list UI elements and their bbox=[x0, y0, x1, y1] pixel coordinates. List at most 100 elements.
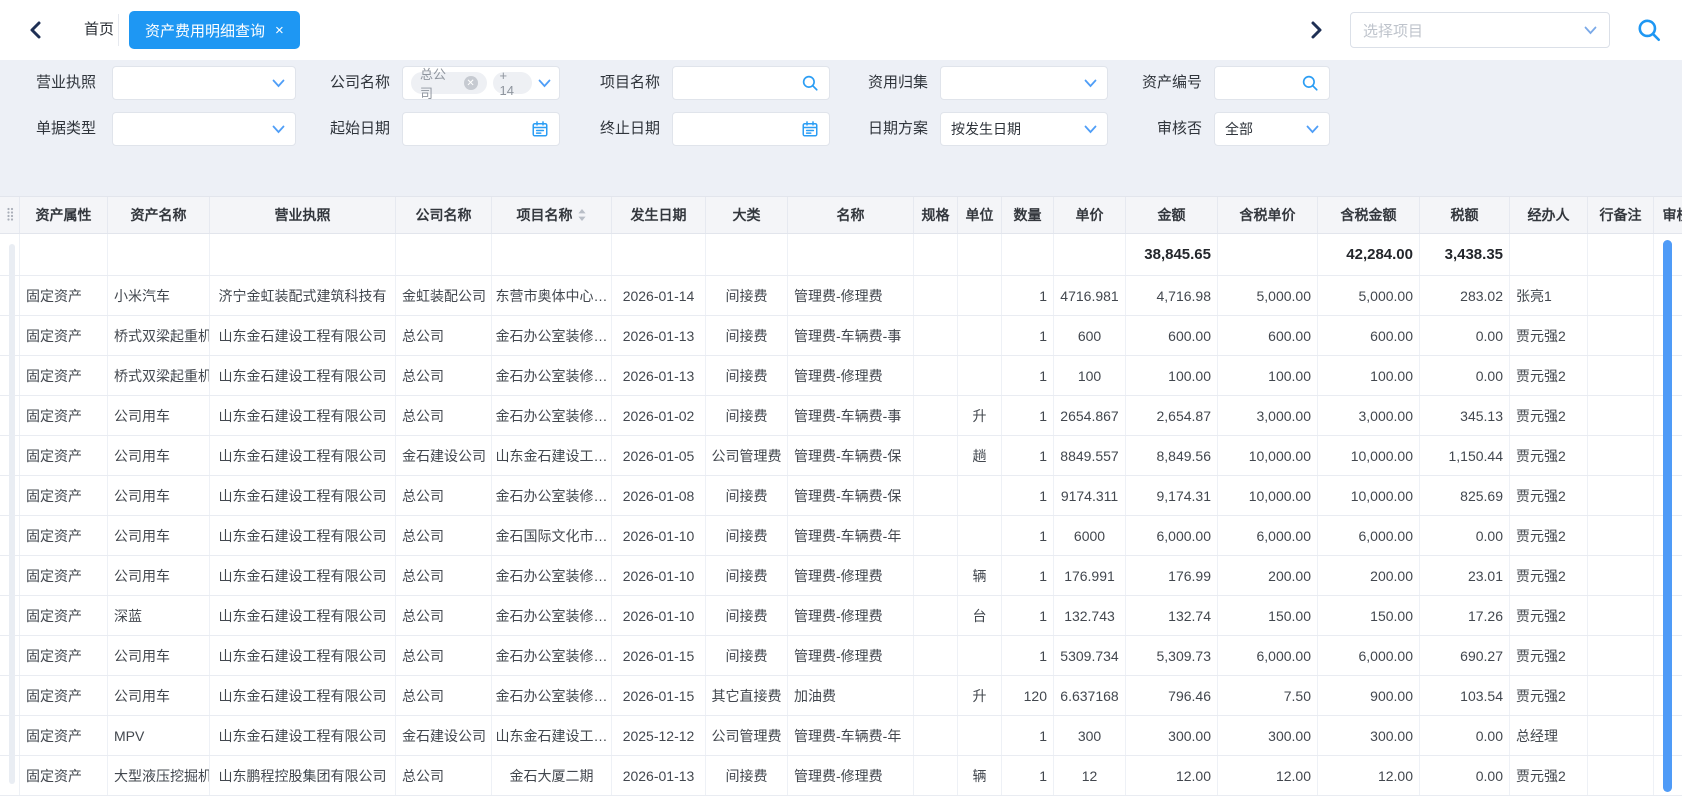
global-search-icon[interactable] bbox=[1636, 17, 1662, 43]
audit-status-select[interactable]: 全部 bbox=[1214, 112, 1330, 146]
cell-company: 总公司 bbox=[396, 676, 492, 715]
table-row[interactable]: 固定资产公司用车山东金石建设工程有限公司金石建设公司山东金石建设工…2026-0… bbox=[0, 436, 1682, 476]
column-header-asset[interactable]: 资产名称 bbox=[108, 197, 210, 233]
column-header-attr[interactable]: 资产属性 bbox=[20, 197, 108, 233]
tag-close-icon[interactable]: ✕ bbox=[464, 76, 478, 90]
end-date-label: 终止日期 bbox=[584, 112, 660, 146]
table-row[interactable]: 固定资产桥式双梁起重机山东金石建设工程有限公司总公司金石办公室装修…2026-0… bbox=[0, 356, 1682, 396]
project-name-search-input[interactable] bbox=[672, 66, 830, 100]
cell-company: 总公司 bbox=[396, 396, 492, 435]
search-icon bbox=[1301, 74, 1319, 92]
cell-date: 2026-01-13 bbox=[612, 356, 706, 395]
date-scheme-value: 按发生日期 bbox=[951, 119, 1021, 139]
cell-unit bbox=[958, 316, 1002, 355]
table-body: 38,845.6542,284.003,438.35固定资产小米汽车济宁金虹装配… bbox=[0, 234, 1682, 796]
company-name-label: 公司名称 bbox=[314, 66, 390, 100]
column-header-taxPrice[interactable]: 含税单价 bbox=[1218, 197, 1318, 233]
cell-taxPrice: 5,000.00 bbox=[1218, 276, 1318, 315]
column-header-amount[interactable]: 金额 bbox=[1126, 197, 1218, 233]
cell-date: 2026-01-14 bbox=[612, 276, 706, 315]
cell-name: 管理费-车辆费-保 bbox=[788, 436, 914, 475]
expense-collection-select[interactable] bbox=[940, 66, 1108, 100]
table-row[interactable]: 固定资产公司用车山东金石建设工程有限公司总公司金石办公室装修…2026-01-0… bbox=[0, 476, 1682, 516]
cell-category: 间接费 bbox=[706, 516, 788, 555]
cell-name: 管理费-修理费 bbox=[788, 596, 914, 635]
table-row[interactable]: 固定资产大型液压挖掘机山东鹏程控股集团有限公司总公司金石大厦二期2026-01-… bbox=[0, 756, 1682, 796]
company-name-multiselect[interactable]: 总公司 ✕ + 14 bbox=[402, 66, 560, 100]
column-header-license[interactable]: 营业执照 bbox=[210, 197, 396, 233]
cell-name bbox=[788, 234, 914, 275]
cell-remark bbox=[1588, 234, 1654, 275]
table-row[interactable]: 固定资产公司用车山东金石建设工程有限公司总公司金石办公室装修…2026-01-1… bbox=[0, 676, 1682, 716]
column-header-company[interactable]: 公司名称 bbox=[396, 197, 492, 233]
cell-taxPrice: 100.00 bbox=[1218, 356, 1318, 395]
cell-tax: 3,438.35 bbox=[1420, 234, 1510, 275]
tab-close-icon[interactable]: × bbox=[275, 23, 284, 38]
cell-price: 9174.311 bbox=[1054, 476, 1126, 515]
column-header-date[interactable]: 发生日期 bbox=[612, 197, 706, 233]
business-license-select[interactable] bbox=[112, 66, 296, 100]
project-select[interactable]: 选择项目 bbox=[1350, 12, 1610, 48]
cell-qty: 1 bbox=[1002, 436, 1054, 475]
end-date-input[interactable] bbox=[672, 112, 830, 146]
column-header-category[interactable]: 大类 bbox=[706, 197, 788, 233]
cell-taxPrice: 300.00 bbox=[1218, 716, 1318, 755]
column-header-taxAmount[interactable]: 含税金额 bbox=[1318, 197, 1420, 233]
audit-status-value: 全部 bbox=[1225, 119, 1253, 139]
cell-taxPrice: 6,000.00 bbox=[1218, 516, 1318, 555]
start-date-input[interactable] bbox=[402, 112, 560, 146]
table-row[interactable]: 固定资产公司用车山东金石建设工程有限公司总公司金石办公室装修…2026-01-1… bbox=[0, 556, 1682, 596]
asset-number-search-input[interactable] bbox=[1214, 66, 1330, 100]
cell-amount: 176.99 bbox=[1126, 556, 1218, 595]
column-header-name[interactable]: 名称 bbox=[788, 197, 914, 233]
cell-remark bbox=[1588, 636, 1654, 675]
tab-scroll-left-icon[interactable] bbox=[24, 18, 48, 42]
cell-remark bbox=[1588, 716, 1654, 755]
table-row[interactable]: 固定资产MPV山东金石建设工程有限公司金石建设公司山东金石建设工…2025-12… bbox=[0, 716, 1682, 756]
column-header-unit[interactable]: 单位 bbox=[958, 197, 1002, 233]
table-row[interactable]: 固定资产公司用车山东金石建设工程有限公司总公司金石办公室装修…2026-01-1… bbox=[0, 636, 1682, 676]
company-tag-label: 总公司 bbox=[420, 64, 459, 102]
table-row[interactable]: 固定资产小米汽车济宁金虹装配式建筑科技有金虹装配公司东营市奥体中心…2026-0… bbox=[0, 276, 1682, 316]
cell-license: 山东金石建设工程有限公司 bbox=[210, 316, 396, 355]
cell-company: 金虹装配公司 bbox=[396, 276, 492, 315]
cell-date: 2026-01-15 bbox=[612, 636, 706, 675]
column-header-price[interactable]: 单价 bbox=[1054, 197, 1126, 233]
cell-tax: 0.00 bbox=[1420, 756, 1510, 795]
cell-category: 公司管理费 bbox=[706, 716, 788, 755]
table-header-row: 资产属性资产名称营业执照公司名称项目名称发生日期大类名称规格单位数量单价金额含税… bbox=[0, 196, 1682, 234]
cell-asset: MPV bbox=[108, 716, 210, 755]
date-scheme-select[interactable]: 按发生日期 bbox=[940, 112, 1108, 146]
tab-scroll-right-icon[interactable] bbox=[1304, 18, 1328, 42]
cell-asset: 公司用车 bbox=[108, 396, 210, 435]
column-header-spec[interactable]: 规格 bbox=[914, 197, 958, 233]
tab-active-asset-expense-query[interactable]: 资产费用明细查询 × bbox=[129, 11, 300, 49]
tab-home[interactable]: 首页 bbox=[70, 0, 128, 60]
cell-price: 300 bbox=[1054, 716, 1126, 755]
column-header-audit[interactable]: 审核否 bbox=[1654, 197, 1682, 233]
cell-category: 间接费 bbox=[706, 556, 788, 595]
chevron-down-icon bbox=[1584, 26, 1597, 35]
column-header-tax[interactable]: 税额 bbox=[1420, 197, 1510, 233]
vertical-scrollbar[interactable] bbox=[1663, 240, 1672, 792]
asset-expense-table: 资产属性资产名称营业执照公司名称项目名称发生日期大类名称规格单位数量单价金额含税… bbox=[0, 196, 1682, 800]
cell-amount: 38,845.65 bbox=[1126, 234, 1218, 275]
table-row[interactable]: 固定资产桥式双梁起重机山东金石建设工程有限公司总公司金石办公室装修…2026-0… bbox=[0, 316, 1682, 356]
cell-price: 176.991 bbox=[1054, 556, 1126, 595]
doc-type-select[interactable] bbox=[112, 112, 296, 146]
cell-price: 132.743 bbox=[1054, 596, 1126, 635]
cell-spec bbox=[914, 756, 958, 795]
cell-project: 金石办公室装修… bbox=[492, 316, 612, 355]
cell-taxAmount: 10,000.00 bbox=[1318, 436, 1420, 475]
cell-taxAmount: 5,000.00 bbox=[1318, 276, 1420, 315]
table-row[interactable]: 固定资产公司用车山东金石建设工程有限公司总公司金石办公室装修…2026-01-0… bbox=[0, 396, 1682, 436]
cell-unit: 台 bbox=[958, 596, 1002, 635]
column-header-operator[interactable]: 经办人 bbox=[1510, 197, 1588, 233]
table-row[interactable]: 固定资产公司用车山东金石建设工程有限公司总公司金石国际文化市…2026-01-1… bbox=[0, 516, 1682, 556]
column-header-project[interactable]: 项目名称 bbox=[492, 197, 612, 233]
column-header-qty[interactable]: 数量 bbox=[1002, 197, 1054, 233]
column-header-remark[interactable]: 行备注 bbox=[1588, 197, 1654, 233]
cell-taxPrice bbox=[1218, 234, 1318, 275]
table-row[interactable]: 固定资产深蓝山东金石建设工程有限公司总公司金石办公室装修…2026-01-10间… bbox=[0, 596, 1682, 636]
cell-date: 2026-01-02 bbox=[612, 396, 706, 435]
